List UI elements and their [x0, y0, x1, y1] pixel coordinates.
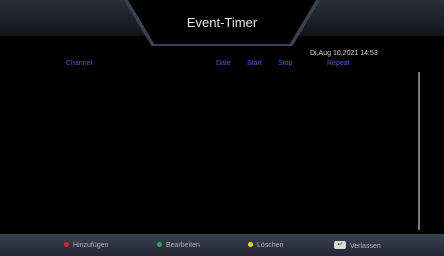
- column-header-date: Date: [216, 60, 231, 67]
- exit-label: Verlassen: [350, 242, 381, 250]
- green-key-icon: [157, 241, 162, 247]
- page-title: Event-Timer: [186, 15, 258, 30]
- delete-timer-label: Löschen: [257, 242, 284, 249]
- add-timer-button[interactable]: Hinzufügen: [64, 241, 109, 249]
- column-header-repeat: Repeat: [327, 60, 350, 67]
- footer-bar: Hinzufügen Bearbeiten Löschen ↵ Verlassen: [0, 234, 444, 256]
- delete-timer-button[interactable]: Löschen: [248, 241, 284, 249]
- add-timer-label: Hinzufügen: [73, 242, 109, 249]
- yellow-key-icon: [248, 241, 253, 247]
- back-key-icon: ↵: [334, 241, 346, 249]
- timer-list[interactable]: [30, 70, 410, 230]
- column-header-channel: Channel: [66, 60, 93, 67]
- exit-button[interactable]: ↵ Verlassen: [334, 241, 381, 250]
- scrollbar[interactable]: [418, 72, 420, 230]
- column-header-start: Start: [247, 60, 262, 67]
- current-datetime: Di,Aug 10,2021 14:53: [310, 50, 378, 57]
- event-timer-screen: Event-Timer Di,Aug 10,2021 14:53 Channel…: [0, 0, 444, 256]
- column-header-stop: Stop: [278, 60, 293, 67]
- edit-timer-label: Bearbeiten: [166, 242, 200, 249]
- edit-timer-button[interactable]: Bearbeiten: [157, 241, 200, 249]
- red-key-icon: [64, 241, 69, 247]
